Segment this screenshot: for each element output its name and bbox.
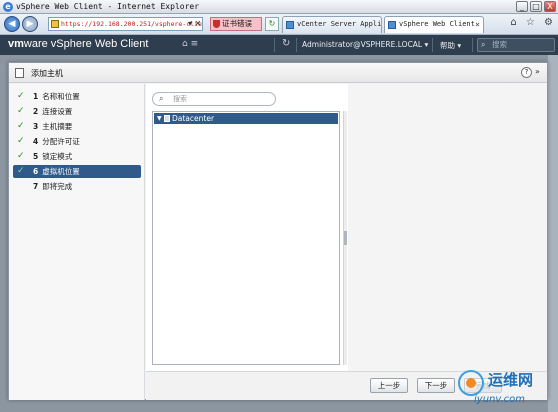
- certificate-error-badge[interactable]: 证书错误: [210, 17, 262, 31]
- step-number: 6: [33, 167, 39, 176]
- home-menu-icon[interactable]: ⌂ ≡: [182, 39, 198, 49]
- dialog-title: 添加主机: [31, 69, 63, 78]
- logo-ware: ware: [23, 38, 48, 50]
- address-bar[interactable]: https://192.168.200.251/vsphere-clie: [48, 17, 203, 31]
- pane-splitter[interactable]: [343, 111, 347, 365]
- ie-logo-icon: e: [3, 2, 13, 12]
- refresh-icon[interactable]: ↻: [282, 38, 290, 49]
- window-title-bar: e vSphere Web Client - Internet Explorer…: [0, 0, 558, 14]
- global-search-input[interactable]: ⌕ 搜索: [477, 38, 555, 52]
- search-placeholder: 搜索: [173, 95, 187, 103]
- tab-vsphere-web-client[interactable]: vSphere Web Client ×: [384, 16, 484, 33]
- step-label: 虚拟机位置: [42, 167, 80, 176]
- step-number: 2: [33, 107, 39, 116]
- watermark-logo: 运维网 iyunv.com: [456, 366, 556, 410]
- step-5[interactable]: ✓ 5 锁定模式: [13, 150, 141, 163]
- tab-label: vCenter Server Appli...: [297, 20, 382, 28]
- step-6[interactable]: ✓ 6 虚拟机位置: [13, 165, 141, 178]
- check-icon: ✓: [17, 136, 25, 146]
- datacenter-icon: [164, 115, 170, 122]
- logo-vm: vm: [8, 38, 24, 50]
- detail-panel: [348, 84, 547, 371]
- search-placeholder: 搜索: [492, 40, 507, 49]
- vmware-logo: vmware vSphere Web Client: [8, 38, 148, 50]
- check-icon: ✓: [17, 121, 25, 131]
- splitter-grip-icon[interactable]: [344, 231, 347, 245]
- search-icon: ⌕: [481, 40, 486, 49]
- app-background-edge: [548, 55, 558, 412]
- dialog-header: 添加主机 ? »: [9, 63, 547, 83]
- watermark-name: 运维网: [488, 371, 534, 389]
- certificate-error-label: 证书错误: [222, 19, 252, 28]
- step-7[interactable]: 7 即将完成: [13, 180, 141, 193]
- add-host-dialog: 添加主机 ? » ✓ 1 名称和位置 ✓ 2 连接设置 ✓ 3 主机摘要 ✓ 4 分配许可证 ✓…: [8, 62, 548, 400]
- vmware-favicon-icon: [286, 21, 294, 29]
- inventory-search-input[interactable]: ⌕ 搜索: [152, 92, 276, 106]
- help-icon[interactable]: ?: [521, 67, 532, 78]
- divider: [432, 38, 433, 52]
- search-icon: ⌕: [159, 94, 164, 103]
- inventory-tree: ▼ Datacenter: [152, 111, 340, 365]
- step-number: 5: [33, 152, 39, 161]
- vsphere-header: vmware vSphere Web Client ⌂ ≡ ↻ Administ…: [0, 35, 558, 55]
- step-number: 4: [33, 137, 39, 146]
- step-number: 3: [33, 122, 39, 131]
- forward-nav-button[interactable]: ▶: [22, 16, 38, 32]
- expand-icon[interactable]: »: [535, 67, 540, 76]
- divider: [296, 38, 297, 52]
- step-content: ⌕ 搜索 ▼ Datacenter: [146, 84, 547, 371]
- step-label: 连接设置: [42, 107, 73, 116]
- wizard-steps: ✓ 1 名称和位置 ✓ 2 连接设置 ✓ 3 主机摘要 ✓ 4 分配许可证 ✓ 5 锁定模式 ✓ 6 虚…: [9, 84, 145, 400]
- wizard-icon: [15, 68, 24, 78]
- tab-vcenter-appliance[interactable]: vCenter Server Appli...: [282, 16, 382, 33]
- tab-label: vSphere Web Client: [399, 20, 475, 28]
- step-label: 名称和位置: [42, 92, 80, 101]
- browser-toolbar: ◀ ▶ https://192.168.200.251/vsphere-clie…: [0, 14, 558, 35]
- check-icon: ✓: [17, 151, 25, 161]
- close-window-button[interactable]: X: [544, 1, 556, 12]
- tree-node-label: Datacenter: [172, 114, 215, 123]
- vmware-favicon-icon: [388, 21, 396, 29]
- minimize-button[interactable]: _: [516, 1, 528, 12]
- back-nav-button[interactable]: ◀: [4, 16, 20, 32]
- address-dropdown-icon[interactable]: ▾ ✕: [188, 17, 208, 31]
- next-button[interactable]: 下一步: [417, 378, 455, 393]
- window-title: vSphere Web Client - Internet Explorer: [16, 2, 200, 11]
- check-icon: ✓: [17, 91, 25, 101]
- expand-triangle-icon[interactable]: ▼: [157, 113, 162, 124]
- step-1[interactable]: ✓ 1 名称和位置: [13, 90, 141, 103]
- step-number: 7: [33, 182, 39, 191]
- step-3[interactable]: ✓ 3 主机摘要: [13, 120, 141, 133]
- user-menu[interactable]: Administrator@VSPHERE.LOCAL ▾: [302, 40, 428, 49]
- watermark-url: iyunv.com: [474, 394, 526, 405]
- close-tab-icon[interactable]: ×: [475, 17, 480, 32]
- step-label: 分配许可证: [42, 137, 80, 146]
- check-icon: ✓: [17, 106, 25, 116]
- compat-refresh-icon[interactable]: ↻: [265, 17, 279, 31]
- step-number: 1: [33, 92, 39, 101]
- maximize-button[interactable]: □: [530, 1, 542, 12]
- watermark-circle-icon: [458, 370, 484, 396]
- product-name: vSphere Web Client: [47, 38, 149, 50]
- step-label: 锁定模式: [42, 152, 73, 161]
- tree-node-datacenter[interactable]: ▼ Datacenter: [154, 113, 338, 124]
- lock-icon: [51, 20, 59, 28]
- check-icon: ✓: [17, 166, 25, 176]
- shield-icon: [213, 20, 220, 28]
- address-text: https://192.168.200.251/vsphere-clie: [61, 20, 202, 28]
- help-menu[interactable]: 帮助 ▾: [440, 40, 461, 51]
- divider: [472, 38, 473, 52]
- step-label: 主机摘要: [42, 122, 73, 131]
- back-button[interactable]: 上一步: [370, 378, 408, 393]
- browser-toolbar-icons[interactable]: ⌂ ☆ ⚙: [510, 17, 556, 28]
- divider: [274, 38, 275, 52]
- step-2[interactable]: ✓ 2 连接设置: [13, 105, 141, 118]
- step-4[interactable]: ✓ 4 分配许可证: [13, 135, 141, 148]
- step-label: 即将完成: [42, 182, 73, 191]
